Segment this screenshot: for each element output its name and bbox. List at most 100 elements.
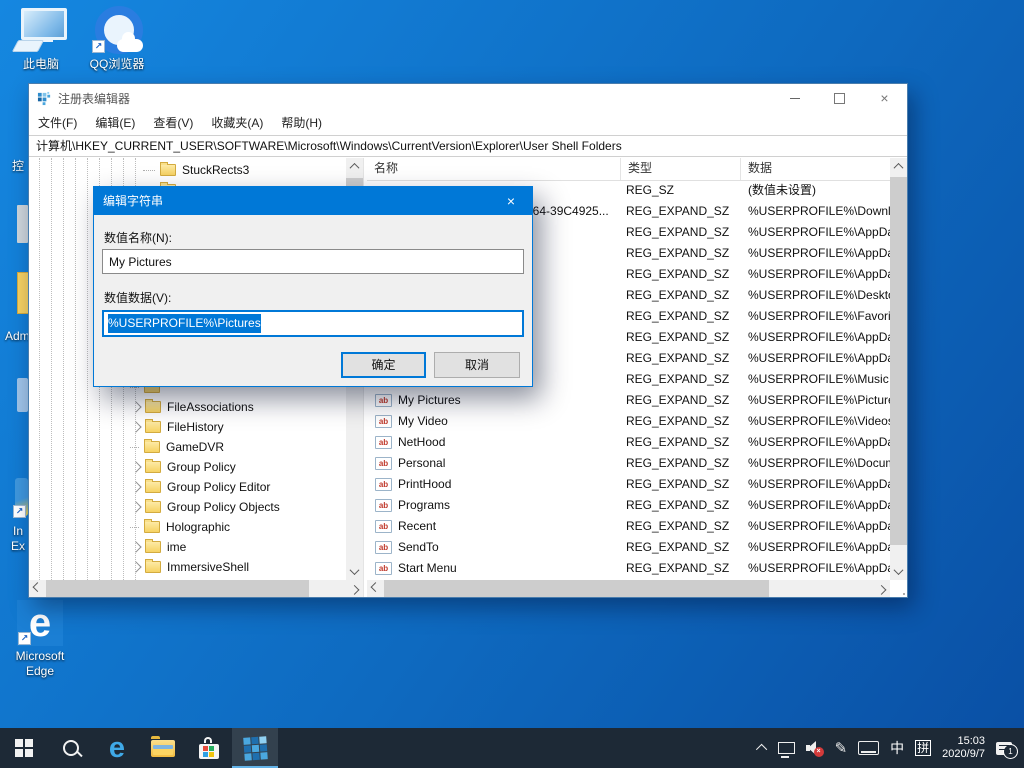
registry-value-row[interactable]: abMy VideoREG_EXPAND_SZ%USERPROFILE%\Vid… (367, 411, 890, 432)
tray-clock[interactable]: 15:03 2020/9/7 (942, 735, 985, 761)
tree-item[interactable]: Group Policy Objects (29, 497, 345, 517)
dialog-titlebar[interactable]: 编辑字符串 (94, 187, 532, 215)
expand-chevron-icon[interactable] (130, 501, 141, 512)
selected-text: %USERPROFILE%\Pictures (108, 314, 261, 333)
menu-help[interactable]: 帮助(H) (272, 112, 331, 135)
list-horizontal-scrollbar[interactable] (367, 580, 890, 597)
registry-value-row[interactable]: abStart MenuREG_EXPAND_SZ%USERPROFILE%\A… (367, 558, 890, 579)
tray-pen-button[interactable]: ✎ (835, 741, 848, 756)
tree-item[interactable]: Holographic (29, 517, 345, 537)
dialog-close-button[interactable]: × (490, 187, 532, 215)
tree-item[interactable]: Group Policy (29, 457, 345, 477)
string-value-icon: ab (375, 520, 392, 533)
value-type: REG_SZ (621, 180, 741, 201)
expand-chevron-icon[interactable] (130, 421, 141, 432)
window-titlebar[interactable]: 注册表编辑器 × (29, 84, 907, 112)
desktop-icon-this-pc[interactable]: 此电脑 (6, 8, 76, 72)
close-button[interactable]: × (862, 84, 907, 112)
tree-item[interactable]: FileAssociations (29, 397, 345, 417)
cancel-button[interactable]: 取消 (434, 352, 520, 378)
expand-chevron-icon[interactable] (130, 481, 141, 492)
tree-item-label: FileHistory (167, 420, 224, 434)
column-header-name[interactable]: 名称 (367, 158, 621, 180)
value-type: REG_EXPAND_SZ (621, 516, 741, 537)
tray-ime-language-button[interactable]: 中 (890, 738, 904, 758)
value-name: Recent (398, 516, 436, 537)
tree-item[interactable]: GameDVR (29, 437, 345, 457)
notification-center-button[interactable]: 1 (996, 742, 1012, 755)
ime-language-label: 中 (890, 738, 904, 758)
registry-value-row[interactable]: abMy PicturesREG_EXPAND_SZ%USERPROFILE%\… (367, 390, 890, 411)
scroll-up-button[interactable] (346, 158, 363, 175)
registry-value-row[interactable]: abNetHoodREG_EXPAND_SZ%USERPROFILE%\AppD… (367, 432, 890, 453)
expand-chevron-icon[interactable] (130, 461, 141, 472)
value-data: %USERPROFILE%\AppDa (741, 516, 890, 537)
taskbar-search-button[interactable] (48, 728, 94, 768)
taskbar-file-explorer-button[interactable] (140, 728, 186, 768)
tray-volume-button[interactable]: × (806, 741, 824, 755)
chevron-up-icon (894, 163, 904, 173)
taskbar-store-button[interactable] (186, 728, 232, 768)
list-vertical-scrollbar[interactable] (890, 158, 907, 580)
registry-value-row[interactable]: abSendToREG_EXPAND_SZ%USERPROFILE%\AppDa (367, 537, 890, 558)
edge-e-glyph: e (29, 601, 51, 645)
tree-item[interactable]: StuckRects3 (29, 160, 345, 180)
tray-network-button[interactable] (778, 742, 795, 754)
registry-value-row[interactable]: abPrintHoodREG_EXPAND_SZ%USERPROFILE%\Ap… (367, 474, 890, 495)
maximize-button[interactable] (817, 84, 862, 112)
start-button[interactable] (0, 728, 48, 768)
scroll-down-button[interactable] (890, 563, 907, 580)
value-name: My Pictures (398, 390, 461, 411)
desktop-icon-qq-browser[interactable]: ↗ QQ浏览器 (82, 6, 152, 72)
expand-chevron-icon[interactable] (130, 561, 141, 572)
scrollbar-thumb[interactable] (384, 580, 769, 597)
scroll-down-button[interactable] (346, 563, 363, 580)
tree-item[interactable]: FileHistory (29, 417, 345, 437)
taskbar-edge-button[interactable]: e (94, 728, 140, 768)
address-bar[interactable]: 计算机\HKEY_CURRENT_USER\SOFTWARE\Microsoft… (29, 135, 907, 157)
registry-value-row[interactable]: abProgramsREG_EXPAND_SZ%USERPROFILE%\App… (367, 495, 890, 516)
tree-item[interactable]: ImmersiveShell (29, 557, 345, 577)
taskbar-registry-editor-button[interactable] (232, 728, 278, 768)
tree-horizontal-scrollbar[interactable] (29, 580, 363, 597)
resize-grip[interactable] (903, 593, 905, 595)
expand-chevron-icon[interactable] (130, 541, 141, 552)
menu-edit[interactable]: 编辑(E) (86, 112, 144, 135)
tray-show-hidden-icons-button[interactable] (759, 744, 767, 752)
tray-touch-keyboard-button[interactable] (858, 741, 879, 755)
column-header-data[interactable]: 数据 (741, 158, 890, 180)
volume-muted-icon: × (806, 741, 824, 755)
expand-chevron-icon[interactable] (130, 401, 141, 412)
partial-desktop-label-ie2: Ex (11, 539, 25, 553)
chevron-left-icon (371, 582, 381, 592)
scroll-right-button[interactable] (346, 580, 363, 597)
value-data-input[interactable]: %USERPROFILE%\Pictures (102, 310, 524, 337)
desktop-icon-microsoft-edge[interactable]: e ↗ Microsoft Edge (5, 600, 75, 679)
value-name-input[interactable] (102, 249, 524, 274)
desktop-icon-label: QQ浏览器 (82, 57, 152, 72)
menu-bar: 文件(F) 编辑(E) 查看(V) 收藏夹(A) 帮助(H) (29, 112, 907, 135)
menu-favorites[interactable]: 收藏夹(A) (202, 112, 272, 135)
value-type: REG_EXPAND_SZ (621, 306, 741, 327)
scroll-up-button[interactable] (890, 158, 907, 175)
menu-view[interactable]: 查看(V) (144, 112, 202, 135)
registry-value-row[interactable]: abPersonalREG_EXPAND_SZ%USERPROFILE%\Doc… (367, 453, 890, 474)
scroll-left-button[interactable] (29, 580, 46, 597)
scrollbar-thumb[interactable] (890, 177, 907, 545)
close-icon: × (880, 91, 888, 105)
value-type: REG_EXPAND_SZ (621, 327, 741, 348)
scrollbar-thumb[interactable] (46, 580, 309, 597)
scroll-left-button[interactable] (367, 580, 384, 597)
partial-desktop-icon (17, 378, 28, 412)
registry-value-row[interactable]: ab Recent REG_EXPAND_SZ%USERPROFILE%\AppDa (367, 516, 890, 537)
column-header-type[interactable]: 类型 (621, 158, 741, 180)
mute-badge-icon: × (814, 747, 824, 757)
tray-ime-mode-button[interactable]: 拼 (915, 740, 931, 756)
tree-item[interactable]: ime (29, 537, 345, 557)
tree-item[interactable]: Group Policy Editor (29, 477, 345, 497)
keyboard-shape (12, 40, 44, 52)
minimize-button[interactable] (772, 84, 817, 112)
menu-file[interactable]: 文件(F) (29, 112, 86, 135)
scroll-right-button[interactable] (873, 580, 890, 597)
ok-button[interactable]: 确定 (341, 352, 426, 378)
